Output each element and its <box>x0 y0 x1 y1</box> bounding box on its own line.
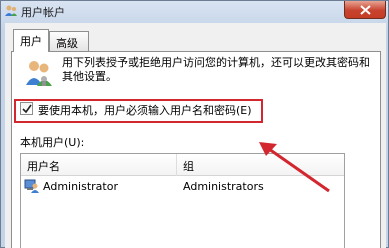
tab-users-label: 用户 <box>20 35 42 48</box>
close-button[interactable] <box>344 1 386 19</box>
users-icon <box>26 61 52 86</box>
tab-advanced-label: 高级 <box>56 37 78 50</box>
dialog-client-area: 用户 高级 用下列表授予或拒绝用户访问您的计算机，还可以更改其密码和其他设置。 … <box>5 23 386 248</box>
annotation-arrow <box>259 142 330 193</box>
checkmark-icon <box>22 104 32 114</box>
require-password-label[interactable]: 要使用本机，用户必须输入用户名和密码(E) <box>38 102 252 118</box>
close-icon <box>360 5 371 15</box>
window-title: 用户帐户 <box>21 6 65 19</box>
require-password-checkbox[interactable] <box>20 102 33 115</box>
tab-advanced[interactable]: 高级 <box>49 31 89 51</box>
user-accounts-icon <box>5 5 17 16</box>
column-divider[interactable] <box>176 154 177 176</box>
column-header-group[interactable]: 组 <box>183 158 194 174</box>
title-bar[interactable]: 用户帐户 <box>1 1 389 23</box>
user-icon <box>24 179 39 193</box>
row-username: Administrator <box>43 180 118 193</box>
tab-users[interactable]: 用户 <box>13 29 49 52</box>
column-header-username[interactable]: 用户名 <box>27 158 60 174</box>
local-users-label: 本机用户(U): <box>20 136 85 149</box>
user-accounts-window: 用户帐户 用户 高级 用下列表授予或拒绝用户访问您的计算机，还可以更改其密码和其… <box>0 0 389 248</box>
description-text: 用下列表授予或拒绝用户访问您的计算机，还可以更改其密码和其他设置。 <box>62 56 370 83</box>
